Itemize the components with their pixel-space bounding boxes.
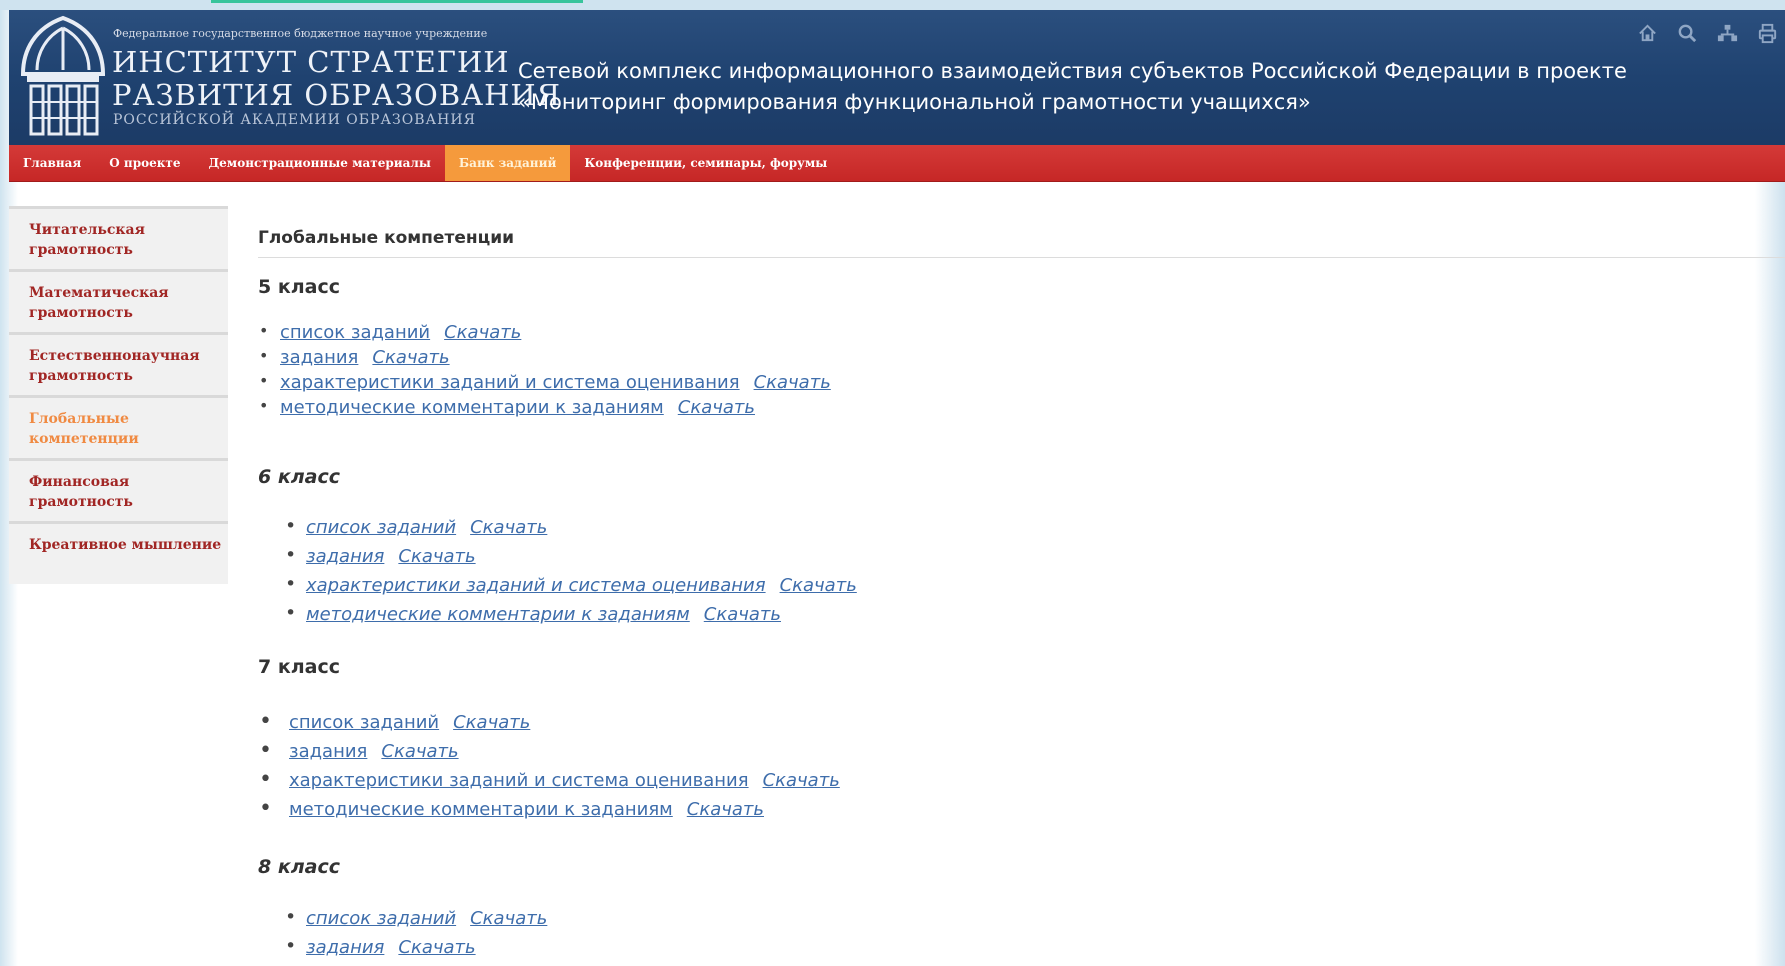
header-tools	[1636, 22, 1779, 45]
bullet-icon: •	[259, 371, 269, 390]
grade-7-links: • список заданий Скачать • задания Скачать •…	[258, 709, 840, 828]
grade-5-links: • список заданий Скачать • задания Скачать •…	[258, 321, 831, 422]
list-item: • методические комментарии к заданиям Скач…	[258, 796, 840, 828]
institute-type-label: Федеральное государственное бюджетное на…	[113, 27, 488, 40]
bullet-icon: •	[285, 935, 297, 957]
grade-8-heading: 8 класс	[258, 856, 340, 878]
grade-6-links: • список заданий Скачать • задания Скачать •…	[258, 515, 857, 633]
download-link[interactable]: Скачать	[780, 575, 857, 596]
institute-name[interactable]: ИНСТИТУТ СТРАТЕГИИ РАЗВИТИЯ ОБРАЗОВАНИЯ	[112, 46, 561, 112]
bullet-icon: •	[259, 796, 272, 821]
download-link[interactable]: Скачать	[398, 546, 475, 567]
list-item: • характеристики заданий и система оценив…	[258, 371, 831, 397]
download-link[interactable]: Скачать	[453, 712, 530, 733]
nav-item-about[interactable]: О проекте	[95, 145, 194, 181]
download-link[interactable]: Скачать	[381, 741, 458, 762]
sidebar-item-global-competencies[interactable]: Глобальные компетенции	[9, 395, 228, 458]
bullet-icon: •	[259, 321, 269, 340]
tasks-link[interactable]: задания	[306, 546, 384, 567]
page-title: Глобальные компетенции	[258, 218, 1785, 258]
task-list-link[interactable]: список заданий	[289, 712, 439, 733]
sidebar: Читательская грамотность Математическая …	[9, 206, 228, 584]
nav-item-demo-materials[interactable]: Демонстрационные материалы	[194, 145, 444, 181]
list-item: • список заданий Скачать	[258, 515, 857, 546]
task-characteristics-link[interactable]: характеристики заданий и система оценива…	[306, 575, 766, 596]
grade-7-heading: 7 класс	[258, 656, 340, 678]
methodical-comments-link[interactable]: методические комментарии к заданиям	[289, 799, 673, 820]
sidebar-item-reading-literacy[interactable]: Читательская грамотность	[9, 206, 228, 269]
bullet-icon: •	[285, 515, 297, 537]
institute-name-line2: РАЗВИТИЯ ОБРАЗОВАНИЯ	[112, 78, 562, 112]
sidebar-item-science-literacy[interactable]: Естественнонаучная грамотность	[9, 332, 228, 395]
list-item: • методические комментарии к заданиям Скач…	[258, 396, 831, 422]
task-list-link[interactable]: список заданий	[306, 517, 456, 538]
bullet-icon: •	[259, 738, 272, 763]
list-item: • задания Скачать	[258, 738, 840, 770]
site-title: Сетевой комплекс информационного взаимод…	[518, 59, 1627, 114]
institute-name-line1: ИНСТИТУТ СТРАТЕГИИ	[112, 45, 510, 79]
nav-item-home[interactable]: Главная	[9, 145, 95, 181]
download-link[interactable]: Скачать	[678, 397, 755, 418]
bullet-icon: •	[259, 767, 272, 792]
list-item: • список заданий Скачать	[258, 321, 831, 347]
download-link[interactable]: Скачать	[444, 322, 521, 343]
list-item: • задания Скачать	[258, 935, 547, 966]
nav-item-task-bank[interactable]: Банк заданий	[444, 145, 571, 181]
bullet-icon: •	[259, 346, 269, 365]
grade-6-heading: 6 класс	[258, 466, 340, 488]
methodical-comments-link[interactable]: методические комментарии к заданиям	[306, 604, 690, 625]
grade-8-links: • список заданий Скачать • задания Скачать	[258, 906, 547, 966]
search-icon[interactable]	[1676, 22, 1699, 45]
download-link[interactable]: Скачать	[398, 937, 475, 958]
list-item: • характеристики заданий и система оценив…	[258, 767, 840, 799]
list-item: • задания Скачать	[258, 346, 831, 372]
sidebar-item-creative-thinking[interactable]: Креативное мышление	[9, 521, 228, 584]
task-list-link[interactable]: список заданий	[280, 322, 430, 343]
main-content: Глобальные компетенции 5 класс • список з…	[258, 218, 1785, 958]
list-item: • задания Скачать	[258, 544, 857, 575]
download-link[interactable]: Скачать	[470, 517, 547, 538]
institute-subtitle: РОССИЙСКОЙ АКАДЕМИИ ОБРАЗОВАНИЯ	[113, 112, 476, 128]
tasks-link[interactable]: задания	[280, 347, 358, 368]
bullet-icon: •	[259, 709, 272, 734]
print-icon[interactable]	[1756, 22, 1779, 45]
grade-5-heading: 5 класс	[258, 276, 340, 298]
methodical-comments-link[interactable]: методические комментарии к заданиям	[280, 397, 664, 418]
task-characteristics-link[interactable]: характеристики заданий и система оценива…	[280, 372, 740, 393]
task-characteristics-link[interactable]: характеристики заданий и система оценива…	[289, 770, 749, 791]
sidebar-item-financial-literacy[interactable]: Финансовая грамотность	[9, 458, 228, 521]
sitemap-icon[interactable]	[1716, 22, 1739, 45]
sidebar-item-math-literacy[interactable]: Математическая грамотность	[9, 269, 228, 332]
download-link[interactable]: Скачать	[754, 372, 831, 393]
home-icon[interactable]	[1636, 22, 1659, 45]
bullet-icon: •	[285, 573, 297, 595]
download-link[interactable]: Скачать	[687, 799, 764, 820]
main-navigation: Главная О проекте Демонстрационные матер…	[9, 145, 1785, 182]
list-item: • список заданий Скачать	[258, 906, 547, 937]
bullet-icon: •	[285, 602, 297, 624]
institute-logo-icon[interactable]	[17, 12, 109, 142]
site-header: Федеральное государственное бюджетное на…	[9, 10, 1785, 145]
download-link[interactable]: Скачать	[704, 604, 781, 625]
task-list-link[interactable]: список заданий	[306, 908, 456, 929]
nav-item-conferences[interactable]: Конференции, семинары, форумы	[570, 145, 841, 181]
download-link[interactable]: Скачать	[763, 770, 840, 791]
download-link[interactable]: Скачать	[470, 908, 547, 929]
bullet-icon: •	[259, 396, 269, 415]
top-accent-bar	[211, 0, 583, 3]
list-item: • характеристики заданий и система оценив…	[258, 573, 857, 604]
tasks-link[interactable]: задания	[306, 937, 384, 958]
list-item: • методические комментарии к заданиям Скач…	[258, 602, 857, 633]
tasks-link[interactable]: задания	[289, 741, 367, 762]
list-item: • список заданий Скачать	[258, 709, 840, 741]
bullet-icon: •	[285, 906, 297, 928]
bullet-icon: •	[285, 544, 297, 566]
download-link[interactable]: Скачать	[372, 347, 449, 368]
